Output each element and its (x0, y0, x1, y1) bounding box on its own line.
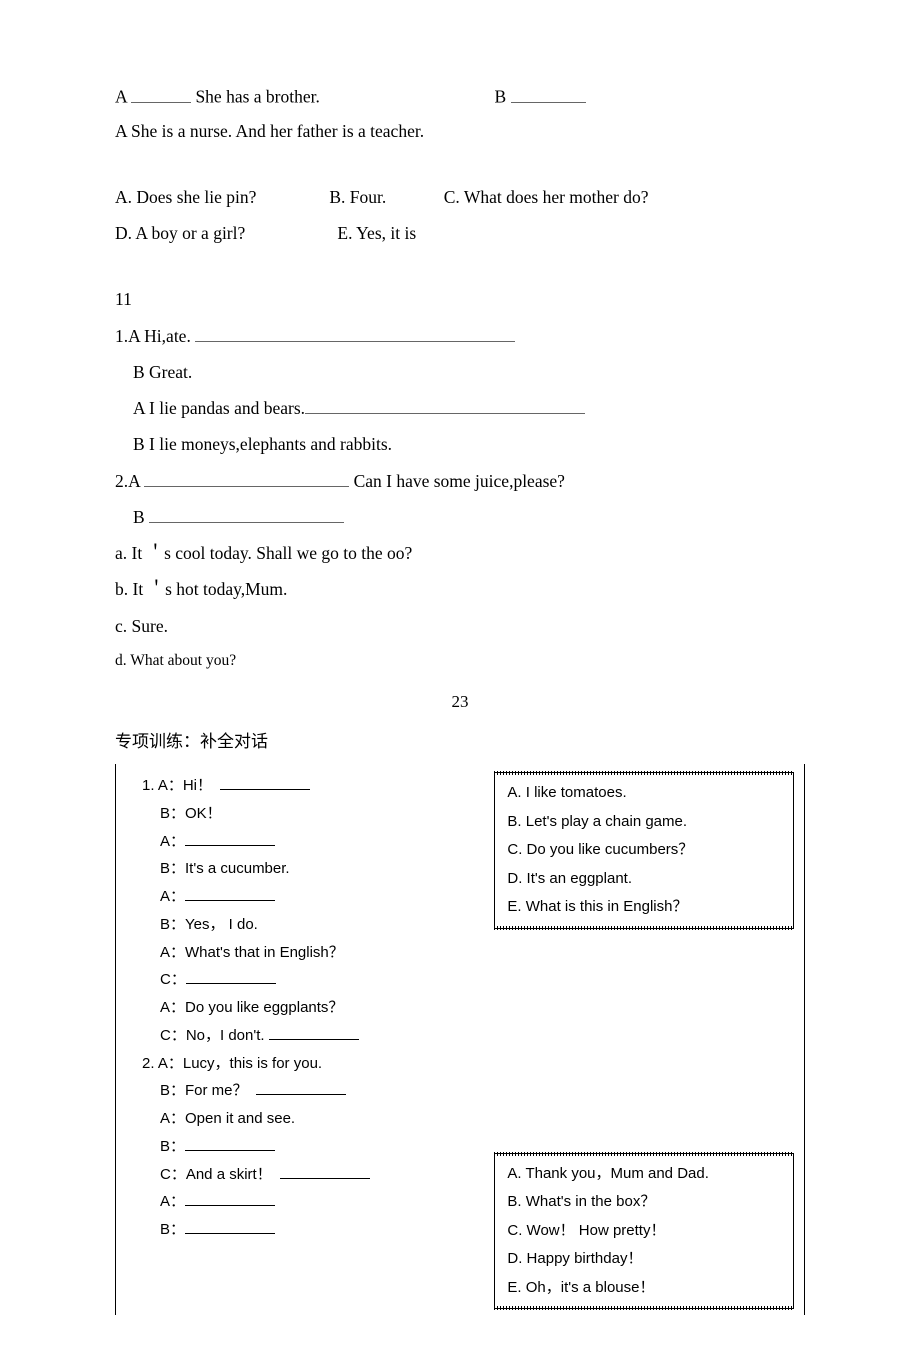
s11-l2: 2.A Can I have some juice,please? (115, 468, 805, 494)
q1l4: B：It's a cucumber. (142, 855, 494, 883)
text: 1. A：Hi！ (142, 777, 220, 794)
box1-e: E. What is this in English？ (507, 893, 781, 922)
top-options-row2: D. A boy or a girl? E. Yes, it is (115, 220, 805, 246)
s11-oc: c. Sure. (115, 613, 805, 639)
blank[interactable] (511, 85, 586, 103)
opt-e: E. Yes, it is (337, 223, 416, 243)
top-row-1: A She has a brother. B (115, 85, 805, 108)
opt-c: C. What does her mother do? (444, 187, 649, 207)
blank[interactable] (144, 469, 349, 487)
opt-a: A. Does she lie pin? (115, 184, 325, 210)
q1l7: A：What's that in English？ (142, 939, 494, 967)
text: B：For me？ (160, 1082, 256, 1099)
blank[interactable] (186, 970, 276, 984)
q1l3: A： (142, 828, 494, 856)
q1l5: A： (142, 883, 494, 911)
q1l2: B：OK！ (142, 800, 494, 828)
q1l9: A：Do you like eggplants？ (142, 994, 494, 1022)
text: B (133, 507, 149, 527)
s11-l1b: B Great. (115, 359, 805, 385)
q1l8: C： (142, 966, 494, 994)
box1-d: D. It's an eggplant. (507, 865, 781, 894)
q2l3: A：Open it and see. (142, 1105, 494, 1133)
text: A： (160, 1193, 185, 1210)
blank[interactable] (280, 1164, 370, 1178)
q2l2: B：For me？ (142, 1077, 494, 1105)
blank[interactable] (185, 887, 275, 901)
top-row2: A She is a nurse. And her father is a te… (115, 118, 805, 144)
blank[interactable] (305, 397, 585, 415)
text: C：And a skirt！ (160, 1166, 280, 1183)
blank[interactable] (269, 1026, 359, 1040)
worksheet-page: A She has a brother. B A She is a nurse.… (0, 0, 920, 1355)
s11-oa: a. It ＇s cool today. Shall we go to the … (115, 540, 805, 566)
top-row1-right: B (495, 85, 806, 108)
q1l1: 1. A：Hi！ (142, 772, 494, 800)
text: A (115, 87, 131, 107)
section-title: 专项训练：补全对话 (115, 727, 805, 752)
opt-d: D. A boy or a girl? (115, 220, 333, 246)
box2-b: B. What's in the box？ (507, 1188, 781, 1217)
blank[interactable] (185, 1220, 275, 1234)
blank[interactable] (256, 1081, 346, 1095)
s11-l1: 1.A Hi,ate. (115, 323, 805, 349)
q2l6: A： (142, 1188, 494, 1216)
box1-a: A. I like tomatoes. (507, 779, 781, 808)
text: C：No，I don't. (160, 1027, 269, 1044)
blank[interactable] (220, 776, 310, 790)
s11-ob: b. It ＇s hot today,Mum. (115, 576, 805, 602)
blank[interactable] (185, 831, 275, 845)
blank[interactable] (131, 85, 191, 103)
option-box-2: A. Thank you，Mum and Dad. B. What's in t… (494, 1153, 794, 1310)
blank[interactable] (149, 505, 344, 523)
blank[interactable] (195, 324, 515, 342)
blank[interactable] (185, 1137, 275, 1151)
text: C： (160, 971, 186, 988)
box1-c: C. Do you like cucumbers？ (507, 836, 781, 865)
box2-e: E. Oh，it's a blouse！ (507, 1274, 781, 1303)
option-box-1: A. I like tomatoes. B. Let's play a chai… (494, 772, 794, 929)
text: 1.A Hi,ate. (115, 326, 195, 346)
text: A： (160, 888, 185, 905)
blank[interactable] (185, 1192, 275, 1206)
q1l6: B：Yes， I do. (142, 911, 494, 939)
top-options-row1: A. Does she lie pin? B. Four. C. What do… (115, 184, 805, 210)
box2-a: A. Thank you，Mum and Dad. (507, 1160, 781, 1189)
text: B (495, 87, 511, 107)
q1l10: C：No，I don't. (142, 1022, 494, 1050)
s11-od: d. What about you? (115, 649, 805, 672)
text: B： (160, 1221, 185, 1238)
s11-l2b: B (115, 504, 805, 530)
box2-d: D. Happy birthday！ (507, 1245, 781, 1274)
page-number: 23 (115, 692, 805, 712)
q2l4: B： (142, 1133, 494, 1161)
text: 2.A (115, 471, 144, 491)
box2-c: C. Wow！ How pretty！ (507, 1217, 781, 1246)
exercise-right-col: A. I like tomatoes. B. Let's play a chai… (494, 772, 804, 1309)
q2l7: B： (142, 1216, 494, 1244)
s11-l1b2: B I lie moneys,elephants and rabbits. (115, 431, 805, 457)
s11-l1a2: A I lie pandas and bears. (115, 395, 805, 421)
q2l5: C：And a skirt！ (142, 1161, 494, 1189)
exercise-left-col: 1. A：Hi！ B：OK！ A： B：It's a cucumber. A： … (116, 772, 494, 1309)
top-row1-left: A She has a brother. (115, 85, 495, 108)
text: B： (160, 1138, 185, 1155)
text: A： (160, 833, 185, 850)
sec11-num: 11 (115, 286, 805, 312)
exercise-block: 1. A：Hi！ B：OK！ A： B：It's a cucumber. A： … (115, 764, 805, 1315)
text: A I lie pandas and bears. (133, 398, 305, 418)
text: She has a brother. (191, 87, 320, 107)
text: Can I have some juice,please? (349, 471, 565, 491)
q2l1: 2. A：Lucy，this is for you. (142, 1050, 494, 1078)
box1-b: B. Let's play a chain game. (507, 808, 781, 837)
opt-b: B. Four. (329, 184, 439, 210)
